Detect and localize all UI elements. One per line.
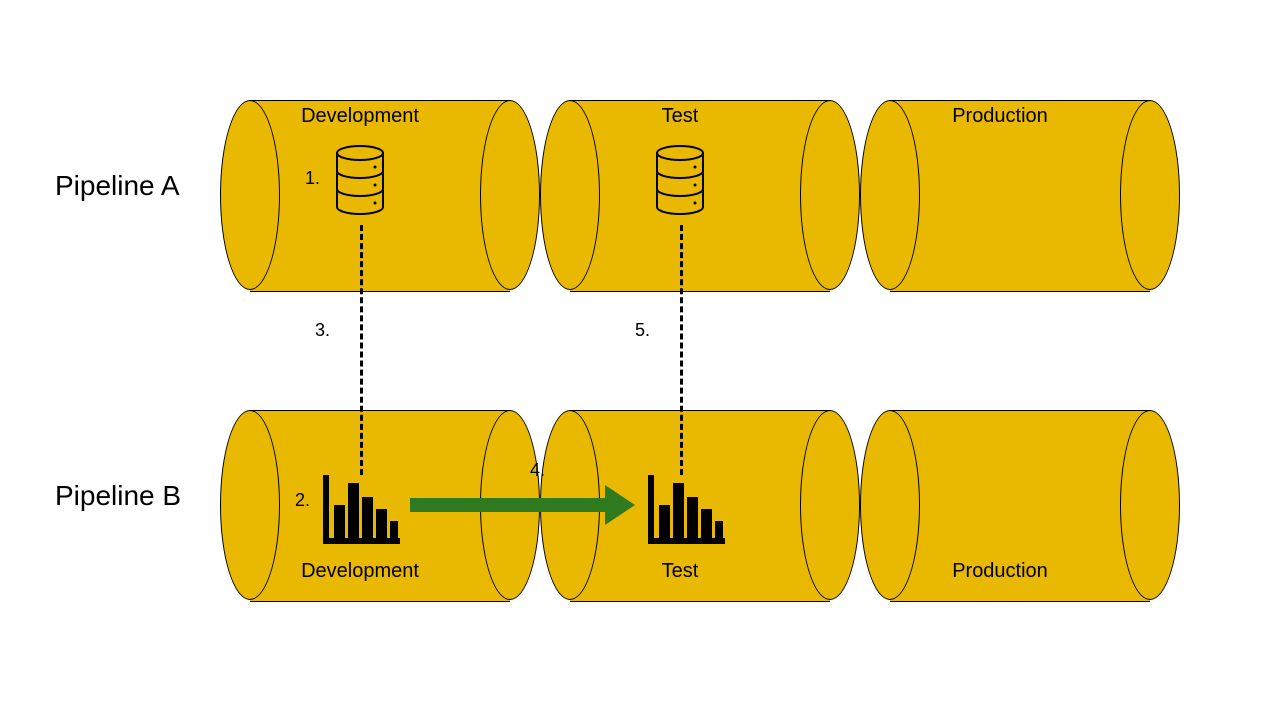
pipeline-b-label: Pipeline B xyxy=(55,480,181,512)
stage-b-test-label: Test xyxy=(662,560,699,583)
step-1-label: 1. xyxy=(305,168,320,189)
connector-test-dashed xyxy=(680,225,683,475)
stage-a-dev-label: Development xyxy=(301,105,419,128)
cylinder-a-prod xyxy=(860,100,1180,290)
stage-a-test-label: Test xyxy=(662,105,699,128)
database-icon xyxy=(335,145,385,215)
step-2-label: 2. xyxy=(295,490,310,511)
deploy-arrow xyxy=(410,485,635,525)
bar-chart-icon xyxy=(320,475,400,545)
pipeline-a-label: Pipeline A xyxy=(55,170,180,202)
stage-a-prod-label: Production xyxy=(952,105,1048,128)
database-icon xyxy=(655,145,705,215)
connector-dev-dashed xyxy=(360,225,363,475)
step-3-label: 3. xyxy=(315,320,330,341)
stage-b-dev-label: Development xyxy=(301,560,419,583)
bar-chart-icon xyxy=(645,475,725,545)
stage-b-prod-label: Production xyxy=(952,560,1048,583)
step-5-label: 5. xyxy=(635,320,650,341)
step-4-label: 4. xyxy=(530,460,545,481)
